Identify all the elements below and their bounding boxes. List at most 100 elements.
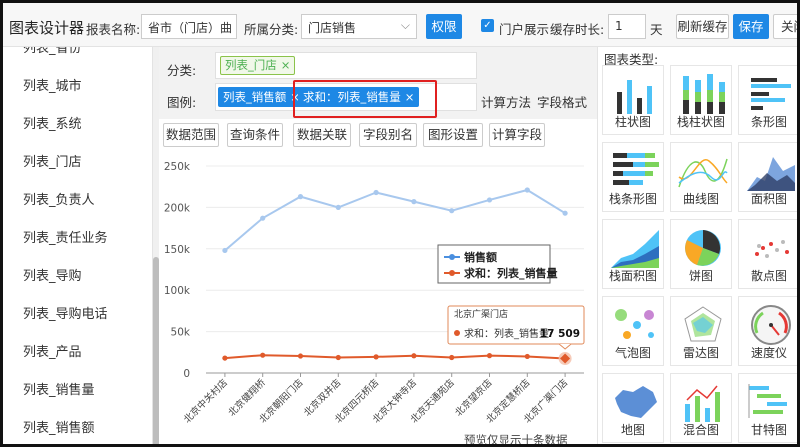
tab-calculated-fields[interactable]: 计算字段 xyxy=(489,123,545,147)
report-name-label: 报表名称: xyxy=(86,22,141,37)
data-point xyxy=(524,353,530,360)
data-point xyxy=(335,204,341,210)
field-item[interactable]: 列表_省份 xyxy=(23,47,82,56)
legend-tag-label: 列表_销售额 xyxy=(223,90,287,104)
data-point xyxy=(222,355,228,361)
category-label: 所属分类: xyxy=(244,22,299,37)
pie-chart-icon xyxy=(685,230,721,266)
stacked-hbar-icon xyxy=(613,153,659,185)
chart-type-label: 速度仪 xyxy=(750,346,787,360)
save-button[interactable]: 保存 xyxy=(733,14,769,39)
chart-type-tile[interactable]: 栈条形图 xyxy=(602,142,664,212)
tab-data-range[interactable]: 数据范围 xyxy=(163,123,219,147)
chart-type-tile[interactable]: 地图 xyxy=(602,373,664,443)
tab-field-alias[interactable]: 字段别名 xyxy=(359,123,417,147)
tab-data-relations[interactable]: 数据关联 xyxy=(293,123,351,147)
field-item[interactable]: 列表_销售量 xyxy=(23,379,95,398)
close-button[interactable]: 关闭 xyxy=(773,14,797,39)
chart-type-label: 柱状图 xyxy=(614,115,651,129)
cache-input[interactable]: 1 xyxy=(608,14,646,39)
data-point xyxy=(222,247,228,254)
chart-type-tile[interactable]: 速度仪 xyxy=(738,296,797,366)
category-field-label: 分类: xyxy=(167,63,197,78)
chart-type-tile[interactable]: 气泡图 xyxy=(602,296,664,366)
portal-display-checkbox[interactable]: ✓ xyxy=(481,19,494,32)
category-drop-zone[interactable]: 列表_门店 × xyxy=(215,52,477,79)
chart-type-tile[interactable]: 散点图 xyxy=(738,219,797,289)
field-item[interactable]: 列表_门店 xyxy=(23,151,82,170)
y-tick-label: 100k xyxy=(164,285,191,297)
chart-type-label: 气泡图 xyxy=(614,346,651,360)
permission-button[interactable]: 权限 xyxy=(426,14,462,39)
chart-type-label: 地图 xyxy=(620,423,645,437)
y-tick-label: 50k xyxy=(171,327,191,339)
calc-method-button[interactable]: 计算方法 xyxy=(481,92,531,111)
data-point xyxy=(297,194,304,200)
series-line xyxy=(224,188,566,252)
data-point xyxy=(411,353,417,359)
tab-chart-settings[interactable]: 图形设置 xyxy=(423,123,483,147)
chart-preview: 0 50k 100k 150k 200k 250k 北京中关村店 北京健翔桥 北京朝阳门店 北京双… xyxy=(159,153,597,447)
data-point xyxy=(373,189,379,196)
field-item[interactable]: 列表_责任业务 xyxy=(23,227,108,246)
field-item[interactable]: 列表_销售额 xyxy=(23,417,95,436)
series-line xyxy=(224,354,566,360)
field-item[interactable]: 列表_城市 xyxy=(23,75,82,94)
mixed-chart-icon xyxy=(685,385,720,422)
x-tick-label: 北京中关村店 xyxy=(181,377,230,426)
highlight-box xyxy=(293,80,437,118)
chart-type-label: 条形图 xyxy=(750,115,787,129)
legend-field-label: 图例: xyxy=(167,95,197,110)
field-item[interactable]: 列表_系统 xyxy=(23,113,82,132)
y-tick-label: 250k xyxy=(164,161,191,173)
data-point xyxy=(486,197,493,203)
category-tag[interactable]: 列表_门店 × xyxy=(220,56,296,75)
chart-type-tile[interactable]: 栈面积图 xyxy=(602,219,664,289)
settings-tabs: 数据范围 查询条件 数据关联 字段别名 图形设置 计算字段 xyxy=(159,119,597,153)
field-item[interactable]: 列表_导购电话 xyxy=(23,303,108,322)
chart-type-label: 甘特图 xyxy=(750,423,787,437)
field-item[interactable]: 列表_产品 xyxy=(23,341,82,360)
legend-label: 求和：列表_销售量 xyxy=(464,266,558,280)
y-tick-label: 150k xyxy=(164,244,191,256)
refresh-cache-button[interactable]: 刷新缓存 xyxy=(676,14,729,39)
field-item[interactable]: 列表_导购 xyxy=(23,265,82,284)
chart-type-tile[interactable]: 柱状图 xyxy=(602,65,664,135)
report-name-input[interactable]: 省市（门店）曲 xyxy=(141,14,237,39)
legend-marker-dot xyxy=(449,254,455,260)
chart-type-tile[interactable]: 栈柱状图 xyxy=(670,65,732,135)
preview-footer: 预览仅显示十条数据 xyxy=(464,433,568,447)
chart-type-tile[interactable]: 条形图 xyxy=(738,65,797,135)
gauge-icon xyxy=(751,305,791,345)
chevron-down-icon: ⌵ xyxy=(400,18,410,32)
cache-label: 缓存时长: xyxy=(550,22,605,37)
scatter-chart-icon xyxy=(755,240,789,258)
data-point xyxy=(524,187,530,193)
field-item[interactable]: 列表_负责人 xyxy=(23,189,95,208)
chart-type-tile[interactable]: 混合图 xyxy=(670,373,732,443)
stacked-bar-icon xyxy=(683,74,725,114)
chart-type-tile[interactable]: 雷达图 xyxy=(670,296,732,366)
legend-tag[interactable]: 列表_销售额 × xyxy=(218,87,305,107)
y-tick-label: 0 xyxy=(183,368,190,380)
cache-value: 1 xyxy=(615,19,623,33)
chart-type-label: 饼图 xyxy=(688,269,713,283)
close-icon[interactable]: × xyxy=(281,58,291,72)
chart-type-tile[interactable]: 面积图 xyxy=(738,142,797,212)
chart-type-panel: 图表类型: 柱状图 栈柱状图 条形图 栈条形图 曲线图 面积图 栈面积图 饼图 散点图 气泡图 雷达… xyxy=(597,47,797,444)
tab-query-conditions[interactable]: 查询条件 xyxy=(227,123,283,147)
data-point xyxy=(260,215,266,221)
category-select[interactable]: 门店销售 ⌵ xyxy=(301,14,417,39)
stacked-area-icon xyxy=(611,230,659,268)
chart-type-tile[interactable]: 曲线图 xyxy=(670,142,732,212)
data-point xyxy=(449,208,455,214)
app-window: 图表设计器 报表名称: 省市（门店）曲 所属分类: 门店销售 ⌵ 权限 ✓ 门户展… xyxy=(0,0,800,447)
horizontal-bar-icon xyxy=(751,78,791,110)
curve-chart-icon xyxy=(678,158,728,188)
chart-type-tile[interactable]: 饼图 xyxy=(670,219,732,289)
chart-type-tile[interactable]: 甘特图 xyxy=(738,373,797,443)
portal-display-label: 门户展示 xyxy=(499,22,550,37)
field-format-button[interactable]: 字段格式 xyxy=(537,92,587,111)
map-icon xyxy=(615,386,657,418)
tooltip-marker xyxy=(454,330,460,336)
